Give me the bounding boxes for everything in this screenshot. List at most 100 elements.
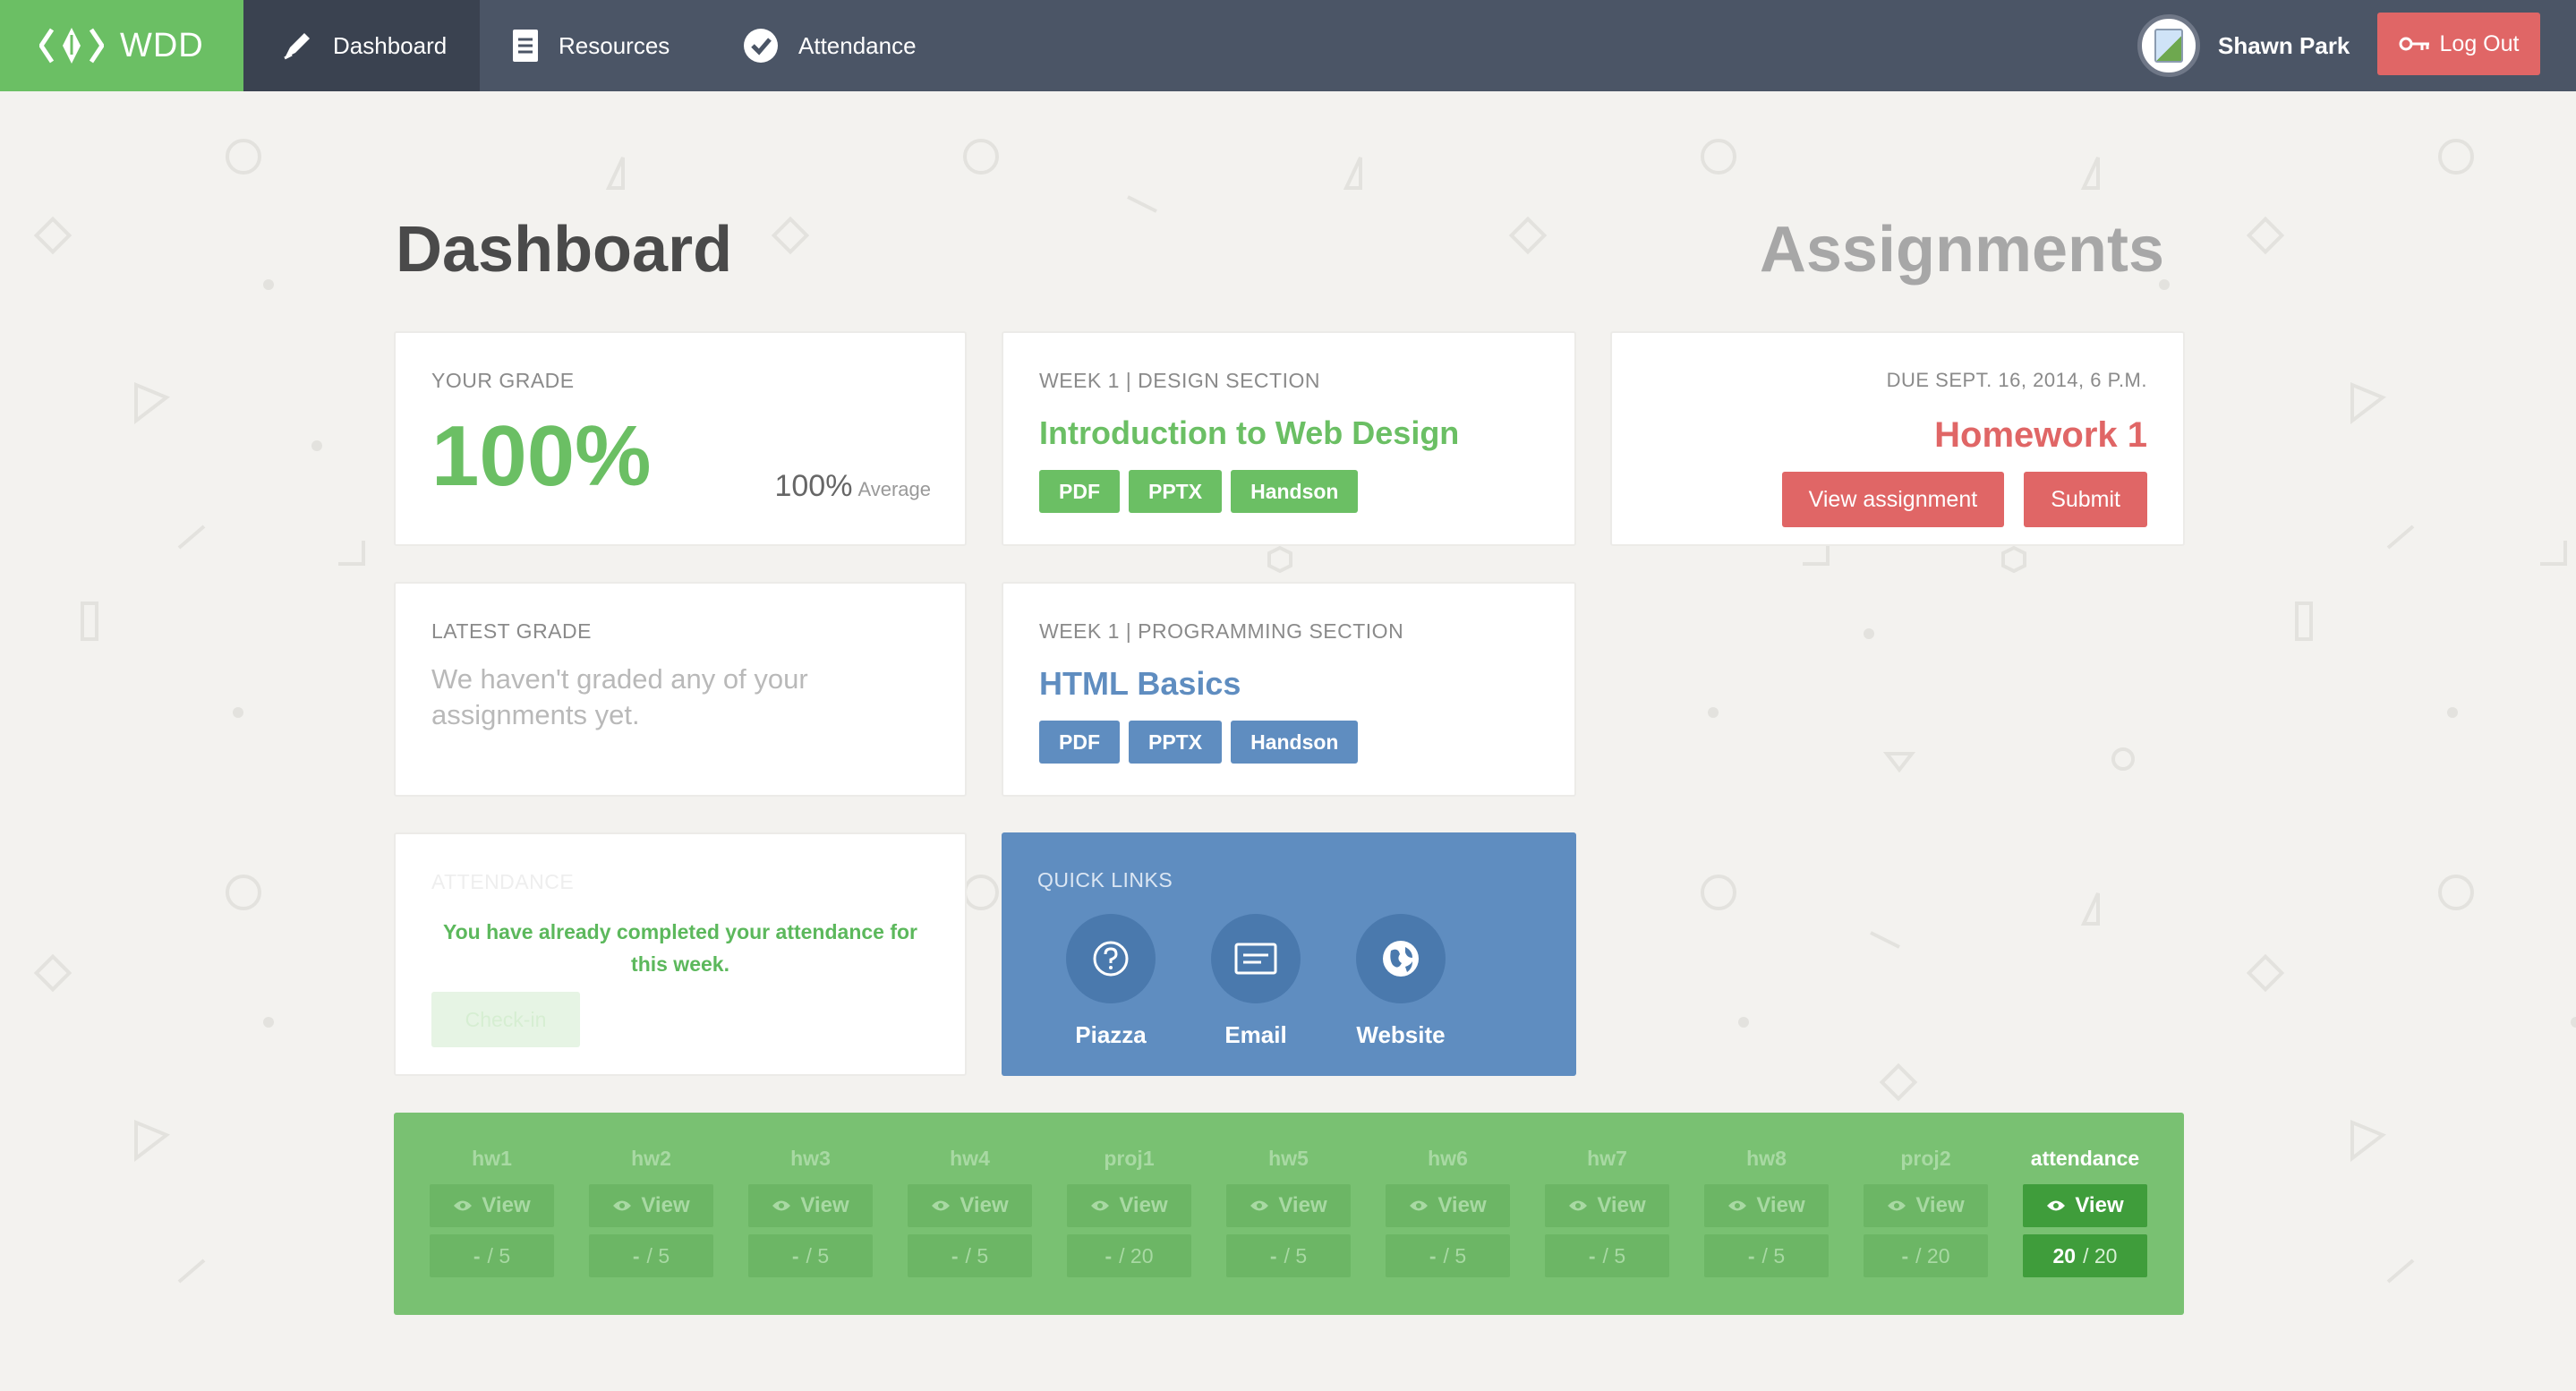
score-value: - [1901,1243,1909,1267]
grades-bar: hw1 View -/ 5 hw2 View -/ 5 hw3 View -/ 5 hw4 View… [394,1113,2184,1315]
score-separator: / [1443,1243,1455,1267]
grade-view-label: View [482,1193,531,1217]
attendance-message: You have already completed your attendan… [443,920,917,976]
grade-name: hw7 [1587,1147,1627,1170]
nav-resources[interactable]: Resources [512,0,727,91]
grade-view-label: View [960,1193,1009,1217]
eye-icon [454,1200,473,1211]
pdf-button[interactable]: PDF [1039,721,1120,764]
score-total: 20 [1926,1243,1950,1267]
grade-column-attendance: attendance View 20/ 20 [2023,1147,2147,1315]
nav-attendance[interactable]: Attendance [743,0,976,91]
grade-score: -/ 5 [908,1234,1032,1277]
grade-column-hw7: hw7 View -/ 5 [1545,1147,1669,1315]
grade-view-button[interactable]: View [1067,1184,1191,1227]
grade-view-button[interactable]: View [908,1184,1032,1227]
handson-button[interactable]: Handson [1231,721,1359,764]
score-total: 5 [977,1243,989,1267]
quick-link-website-label: Website [1356,1021,1446,1048]
pptx-button[interactable]: PPTX [1129,721,1223,764]
attendance-card: ATTENDANCE You have already completed yo… [394,832,967,1076]
score-total: 5 [499,1243,511,1267]
average-value: 100% [774,469,853,503]
grade-view-label: View [800,1193,849,1217]
grade-view-button[interactable]: View [1704,1184,1829,1227]
checkin-button[interactable]: Check-in [431,992,580,1047]
score-value: - [1747,1243,1755,1267]
view-assignment-button[interactable]: View assignment [1781,472,2005,527]
eye-icon [1091,1200,1110,1211]
quick-link-website[interactable]: Website [1356,914,1446,1049]
quick-links-card: QUICK LINKS Piazza Email Website [1002,832,1576,1076]
brand-logo[interactable]: WDD [0,0,243,91]
quick-link-email[interactable]: Email [1211,914,1301,1049]
grade-column-hw5: hw5 View -/ 5 [1226,1147,1351,1315]
avatar[interactable] [2137,14,2200,77]
score-separator: / [1119,1243,1130,1267]
grade-view-button[interactable]: View [2023,1184,2147,1227]
score-value: - [791,1243,799,1267]
grade-score: -/ 20 [1067,1234,1191,1277]
week-design-title[interactable]: Introduction to Web Design [1039,414,1539,452]
pen-icon [284,33,310,60]
grade-score: -/ 5 [430,1234,554,1277]
week-programming-title[interactable]: HTML Basics [1039,665,1539,703]
grade-view-button[interactable]: View [1545,1184,1669,1227]
score-separator: / [806,1243,818,1267]
week-programming-card: WEEK 1 | PROGRAMMING SECTION HTML Basics… [1002,582,1576,797]
grade-name: hw4 [950,1147,990,1170]
eye-icon [2047,1200,2066,1211]
top-navbar: WDD Dashboard Resources Attendance Shawn… [0,0,2576,91]
score-value: - [1588,1243,1596,1267]
score-value: - [951,1243,959,1267]
pdf-button[interactable]: PDF [1039,470,1120,513]
week-design-label: WEEK 1 | DESIGN SECTION [1039,369,1320,392]
grade-view-button[interactable]: View [1386,1184,1510,1227]
eye-icon [1569,1200,1588,1211]
eye-icon [772,1200,791,1211]
grade-view-button[interactable]: View [430,1184,554,1227]
logout-button[interactable]: Log Out [2377,13,2540,75]
eye-icon [1410,1200,1429,1211]
document-icon [513,30,538,62]
score-value: 20 [2052,1243,2077,1267]
week-programming-label: WEEK 1 | PROGRAMMING SECTION [1039,619,1404,643]
grade-view-label: View [2075,1193,2124,1217]
homework-title[interactable]: Homework 1 [1648,415,2147,456]
quick-links-list: Piazza Email Website [1037,914,1540,1049]
eye-icon [932,1200,951,1211]
grade-view-label: View [1437,1193,1487,1217]
score-total: 5 [1454,1243,1467,1267]
handson-button[interactable]: Handson [1231,470,1359,513]
attendance-label: ATTENDANCE [431,870,575,893]
grade-view-button[interactable]: View [1226,1184,1351,1227]
score-total: 5 [1773,1243,1786,1267]
score-separator: / [965,1243,977,1267]
grade-column-proj2: proj2 View -/ 20 [1864,1147,1988,1315]
submit-button[interactable]: Submit [2024,472,2147,527]
quick-link-piazza[interactable]: Piazza [1066,914,1156,1049]
average-label: Average [857,478,931,500]
grade-view-button[interactable]: View [589,1184,713,1227]
logout-label: Log Out [2439,30,2520,56]
grade-name: hw3 [790,1147,831,1170]
pptx-button[interactable]: PPTX [1129,470,1223,513]
grade-view-label: View [1756,1193,1805,1217]
grade-average: 100% Average [774,469,931,504]
latest-grade-label: LATEST GRADE [431,619,592,643]
grade-view-label: View [1278,1193,1327,1217]
grade-score: -/ 20 [1864,1234,1988,1277]
grade-column-hw3: hw3 View -/ 5 [748,1147,873,1315]
grade-view-button[interactable]: View [1864,1184,1988,1227]
grade-view-label: View [641,1193,690,1217]
score-total: 20 [2094,1243,2118,1267]
score-separator: / [1602,1243,1615,1267]
grade-view-button[interactable]: View [748,1184,873,1227]
grade-score: -/ 5 [1386,1234,1510,1277]
assignments-title: Assignments [1759,214,2164,286]
grade-column-proj1: proj1 View -/ 20 [1067,1147,1191,1315]
nav-dashboard[interactable]: Dashboard [243,0,480,91]
user-name[interactable]: Shawn Park [2218,0,2350,91]
grade-name: hw8 [1746,1147,1787,1170]
latest-grade-message: We haven't graded any of your assignment… [431,663,808,730]
